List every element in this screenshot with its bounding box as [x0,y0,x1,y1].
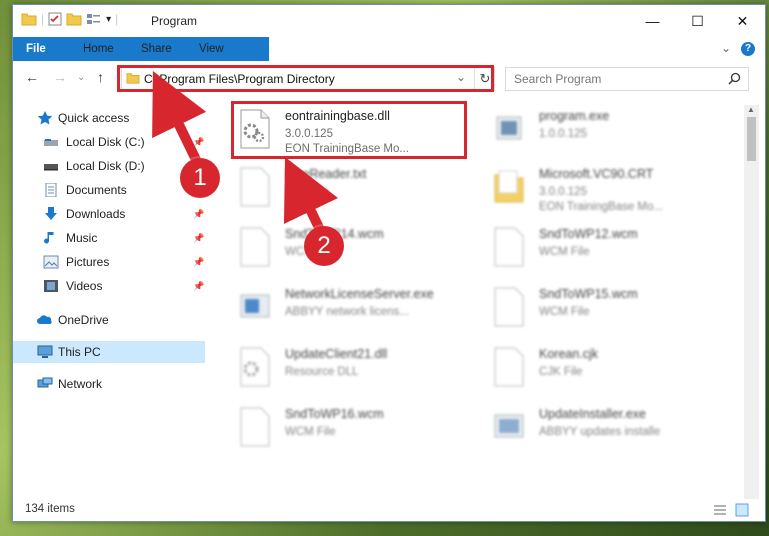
step-2-badge: 2 [304,226,344,266]
step-1-badge: 1 [180,158,220,198]
annotation-arrows [152,71,339,237]
